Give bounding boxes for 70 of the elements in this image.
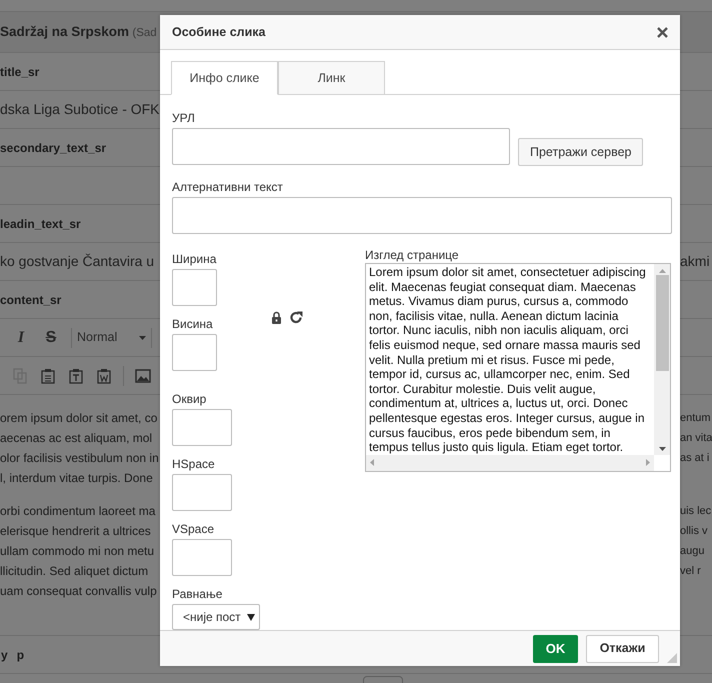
field-label: HSpace bbox=[172, 457, 216, 472]
section-subtitle: (Sad bbox=[132, 26, 157, 39]
cancel-button[interactable]: Откажи bbox=[586, 634, 659, 663]
horizontal-scrollbar[interactable] bbox=[366, 454, 654, 471]
size-input[interactable] bbox=[172, 334, 217, 372]
editor-text: as at i bbox=[680, 452, 710, 464]
editor-text: olor facilisis vestibulum non in bbox=[0, 451, 159, 465]
field-label: Алтернативни текст bbox=[172, 180, 284, 194]
align-select[interactable]: <није пост bbox=[172, 604, 260, 630]
field-label: VSpace bbox=[172, 522, 216, 536]
field-label: content_sr bbox=[0, 292, 62, 306]
dialog-title: Особине слика bbox=[172, 24, 266, 41]
field-label: title_sr bbox=[0, 64, 40, 78]
editor-text: l, interdum vitae turpis. Done bbox=[0, 471, 153, 485]
spacing-input[interactable] bbox=[172, 409, 232, 446]
field-label: Изглед странице bbox=[365, 248, 460, 262]
scroll-right-icon[interactable] bbox=[646, 459, 650, 466]
field-label: Ширина bbox=[172, 252, 217, 266]
paste-icon[interactable] bbox=[40, 368, 56, 384]
field-label: leadin_text_sr bbox=[0, 216, 81, 230]
tab[interactable]: Линк bbox=[278, 61, 385, 96]
editor-text: elerisque hendrerit a ultrices bbox=[0, 524, 151, 538]
paste-text-icon[interactable] bbox=[68, 368, 84, 384]
editor-text: orbi condimentum laoreet ma bbox=[0, 504, 156, 518]
editor-text: aecenas ac est aliquam, mol bbox=[0, 431, 152, 445]
field-label: УРЛ bbox=[172, 111, 196, 126]
editor-text: vel r bbox=[680, 564, 701, 577]
strikethrough-button[interactable]: S bbox=[36, 326, 66, 350]
image-icon[interactable] bbox=[135, 368, 151, 384]
url-input[interactable] bbox=[172, 128, 510, 166]
lock-icon[interactable] bbox=[271, 311, 282, 324]
vertical-scrollbar[interactable] bbox=[654, 264, 670, 455]
section-title: Sadržaj na Srpskom bbox=[0, 24, 130, 39]
size-input[interactable] bbox=[172, 269, 217, 306]
field-label: Равнање bbox=[172, 587, 224, 602]
editor-text: llicitudin. Sed aliquet dictum bbox=[0, 564, 148, 578]
preview-text: Lorem ipsum dolor sit amet, consectetuer adipiscing elit. Maecenas feugiat consequat diam. Maecenas metus. Vivamus diam purus, cursus a, commodo non, facilisis vitae, nulla. Aenean dictum lacinia tortor. Nunc iaculis, nibh non iaculis aliquam, orci felis euismod neque, sed ornare massa mauris sed velit. Nulla pretium mi et risus. Fusce mi pede, tempor id, cursus ac, ullamcorper nec, enim. Sed tortor. Curabitur molestie. Duis velit augue, condimentum at, ultrices a, luctus ut, orci. Donec pellentesque egestas eros. Integer cursus, augue in cursus faucibus, eros pede bibendum sem, in tempus tellus justo quis ligula. Etiam eget tortor. bbox=[368, 264, 647, 455]
field-value: dska Liga Subotice - OFK bbox=[0, 101, 160, 117]
resize-grip-icon[interactable] bbox=[667, 653, 677, 663]
scroll-thumb[interactable] bbox=[656, 275, 668, 372]
caret-icon bbox=[139, 336, 146, 340]
editor-text: entum bbox=[680, 412, 711, 424]
scroll-down-icon[interactable] bbox=[658, 446, 666, 451]
ok-button[interactable]: OK bbox=[533, 634, 578, 663]
element-path-item[interactable]: p bbox=[16, 646, 24, 664]
browse-server-button[interactable]: Претражи сервер bbox=[518, 138, 644, 166]
reset-icon[interactable] bbox=[290, 311, 303, 324]
spacing-input[interactable] bbox=[172, 474, 232, 512]
tab[interactable]: Инфо слике bbox=[171, 61, 278, 96]
element-path-item[interactable]: y bbox=[1, 646, 8, 664]
italic-button[interactable]: I bbox=[6, 326, 36, 350]
format-dropdown[interactable]: Normal bbox=[77, 328, 139, 347]
editor-text: uis lec bbox=[680, 504, 712, 517]
field-value: akmi bbox=[680, 253, 710, 269]
paste-word-icon[interactable] bbox=[96, 368, 112, 384]
alt-text-input[interactable] bbox=[172, 197, 672, 234]
editor-text: orem ipsum dolor sit amet, co bbox=[0, 411, 158, 425]
editor-text: an vita bbox=[680, 432, 712, 444]
spacing-input[interactable] bbox=[172, 539, 232, 576]
close-icon[interactable] bbox=[657, 26, 668, 38]
scroll-left-icon[interactable] bbox=[370, 459, 374, 466]
field-label: secondary_text_sr bbox=[0, 140, 106, 154]
field-label: Оквир bbox=[172, 392, 208, 406]
editor-text: ollis v bbox=[680, 524, 708, 537]
field-value: ko gostvanje Čantavira u bbox=[0, 253, 154, 269]
editor-text: augu bbox=[680, 544, 704, 557]
editor-text: ullam commodo mi non metu bbox=[0, 544, 154, 558]
field-label: Висина bbox=[172, 317, 214, 332]
editor-text: uam consequat convallis vulp bbox=[0, 584, 157, 598]
caret-icon bbox=[247, 614, 255, 621]
